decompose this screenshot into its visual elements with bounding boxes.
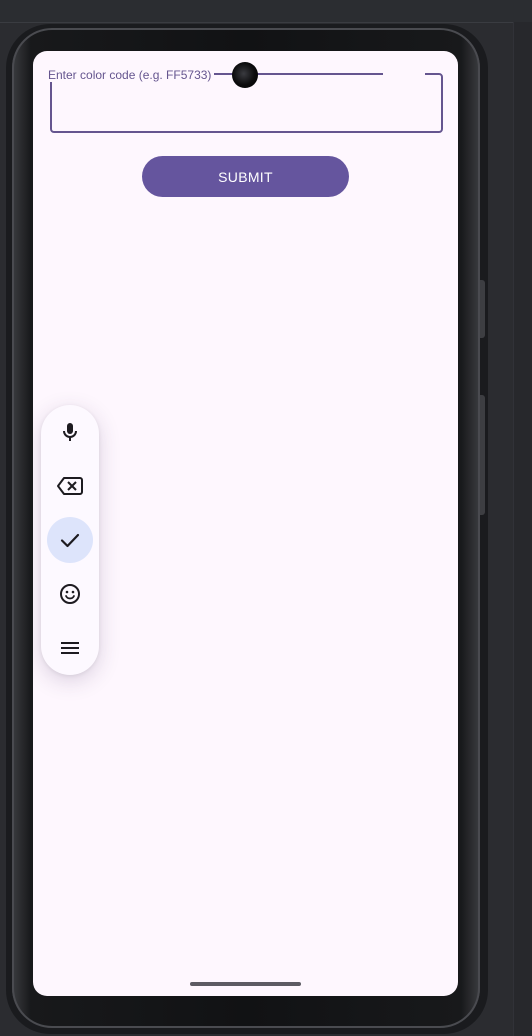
volume-button[interactable] xyxy=(480,280,485,338)
emoji-icon xyxy=(60,584,80,604)
microphone-button[interactable] xyxy=(47,409,93,455)
power-button[interactable] xyxy=(480,395,485,515)
emoji-button[interactable] xyxy=(47,571,93,617)
home-indicator[interactable] xyxy=(190,982,301,986)
done-button[interactable] xyxy=(47,517,93,563)
device-screen: Enter color code (e.g. FF5733) SUBMIT xyxy=(33,51,458,996)
front-camera xyxy=(232,62,258,88)
right-panel-strip xyxy=(513,22,532,1036)
menu-button[interactable] xyxy=(47,625,93,671)
backspace-icon xyxy=(57,477,83,495)
check-icon xyxy=(60,533,80,548)
submit-button[interactable]: SUBMIT xyxy=(142,156,349,197)
window-top-bar xyxy=(0,0,532,23)
color-code-label: Enter color code (e.g. FF5733) xyxy=(45,68,215,82)
floating-keyboard-toolbar xyxy=(41,405,99,675)
menu-icon xyxy=(61,642,79,654)
label-notch xyxy=(383,69,425,77)
microphone-icon xyxy=(63,423,77,441)
backspace-button[interactable] xyxy=(47,463,93,509)
